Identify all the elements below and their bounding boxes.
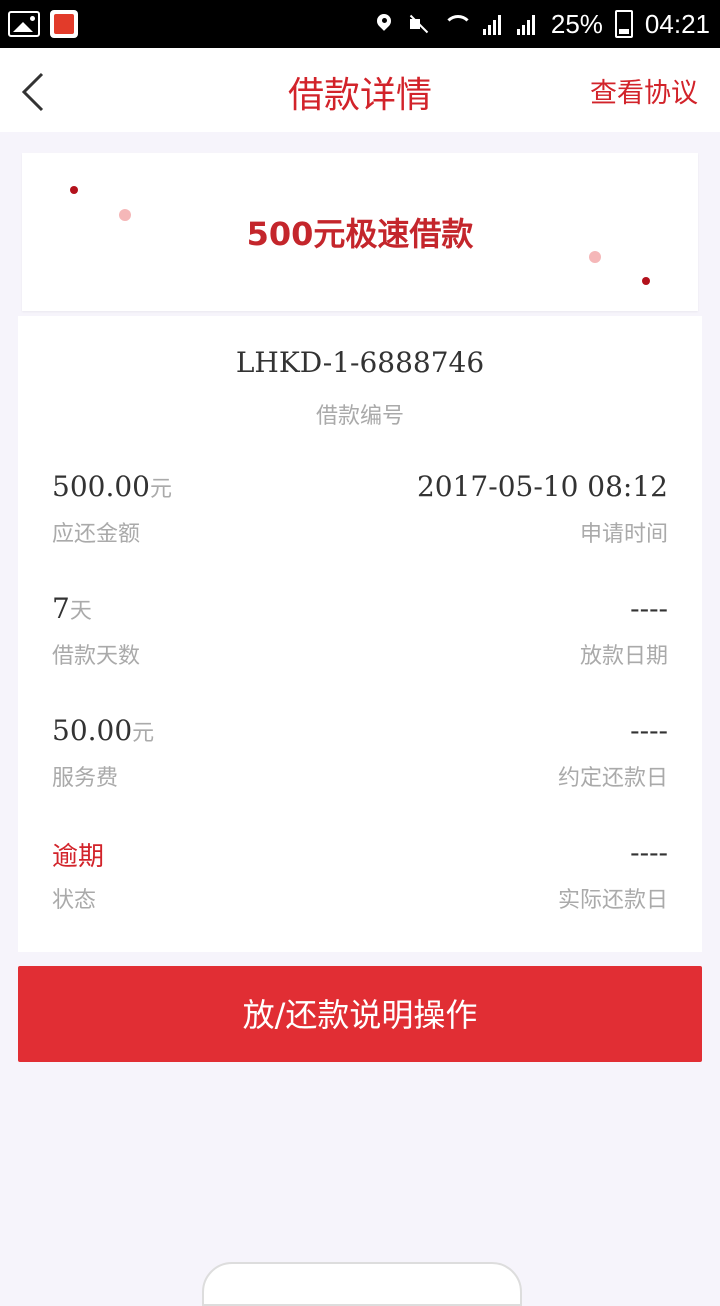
decor-dot [642,277,650,285]
location-icon [373,13,395,35]
detail-row: 500.00元 应还金额 2017-05-10 08:12 申请时间 [52,470,668,570]
mute-icon [407,13,429,35]
decor-dot [70,186,78,194]
repayment-instructions-button[interactable]: 放/还款说明操作 [18,966,702,1062]
status-label: 状态 [52,888,97,913]
detail-row: 50.00元 服务费 ---- 约定还款日 [52,714,668,814]
bottom-sheet-handle[interactable] [202,1262,522,1306]
actual-repay-date-value: ---- [630,836,668,869]
fee-unit: 元 [132,721,155,746]
back-icon[interactable] [18,72,58,112]
actual-repay-date-label: 实际还款日 [557,888,668,913]
disbursement-date-label: 放款日期 [579,644,668,669]
loan-number-label: 借款编号 [315,404,404,429]
due-date-label: 约定还款日 [557,766,668,791]
status-bar: 25% 04:21 [0,0,720,48]
battery-percent: 25% [550,8,603,39]
apply-time-label: 申请时间 [579,522,668,547]
loan-days-label: 借款天数 [52,644,141,669]
image-notification-icon [8,11,40,37]
loan-banner: 500元极速借款 [22,153,698,311]
loan-days-value: 7天 [52,592,92,625]
amount-due-value: 500.00元 [52,470,172,503]
view-agreement-link[interactable]: 查看协议 [590,71,698,110]
amount-unit: 元 [149,477,172,502]
signal-icon [482,13,505,35]
app-notification-icon [50,10,78,38]
status-left [8,8,78,40]
wifi-icon [441,13,473,35]
amount-due-label: 应还金额 [52,522,141,547]
due-date-value: ---- [630,714,668,747]
detail-row: 逾期 状态 ---- 实际还款日 [52,836,668,936]
app-header: 借款详情 查看协议 [0,48,720,132]
banner-title: 500元极速借款 [246,215,474,253]
status-value: 逾期 [52,842,105,872]
loan-detail-card: LHKD-1-6888746 借款编号 500.00元 应还金额 2017-05… [18,316,702,952]
status-right: 25% 04:21 [373,8,710,40]
signal-icon-secondary [516,13,539,35]
detail-row: 7天 借款天数 ---- 放款日期 [52,592,668,692]
days-unit: 天 [69,599,92,624]
disbursement-date-value: ---- [630,592,668,625]
apply-time-value: 2017-05-10 08:12 [416,470,668,503]
service-fee-label: 服务费 [52,766,119,791]
battery-icon [614,10,633,38]
service-fee-value: 50.00元 [52,714,155,747]
clock: 04:21 [644,8,710,39]
page-title: 借款详情 [287,75,432,116]
loan-number: LHKD-1-6888746 [235,346,485,379]
